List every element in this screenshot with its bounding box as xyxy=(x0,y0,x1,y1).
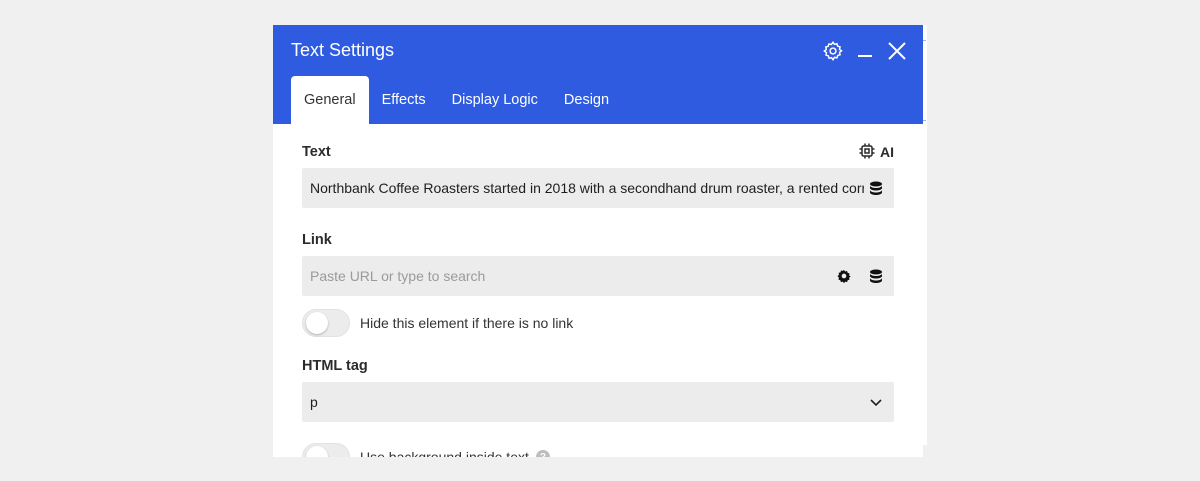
bg-inside-text-toggle[interactable] xyxy=(302,443,350,457)
bg-inside-text-label: Use background inside text xyxy=(360,449,529,457)
hide-no-link-toggle[interactable] xyxy=(302,309,350,337)
chevron-down-icon[interactable] xyxy=(868,394,884,410)
minimize-icon[interactable] xyxy=(853,39,877,63)
link-input-placeholder[interactable]: Paste URL or type to search xyxy=(310,268,870,284)
html-tag-value[interactable]: p xyxy=(310,394,870,410)
tab-bar: General Effects Display Logic Design xyxy=(291,76,622,124)
database-icon[interactable] xyxy=(868,180,884,196)
link-field-label: Link xyxy=(302,232,332,248)
gear-icon[interactable] xyxy=(836,268,852,284)
ai-label: AI xyxy=(880,144,894,160)
text-input[interactable]: Northbank Coffee Roasters started in 201… xyxy=(302,168,894,208)
link-input[interactable]: Paste URL or type to search xyxy=(302,256,894,296)
close-icon[interactable] xyxy=(885,39,909,63)
text-input-value[interactable]: Northbank Coffee Roasters started in 201… xyxy=(310,180,870,196)
html-tag-select[interactable]: p xyxy=(302,382,894,422)
ai-button[interactable]: AI xyxy=(858,142,894,163)
tab-display-logic[interactable]: Display Logic xyxy=(439,76,551,124)
text-settings-dialog: Text Settings General Effects Display Lo… xyxy=(273,25,923,457)
database-icon[interactable] xyxy=(868,268,884,284)
hide-no-link-label: Hide this element if there is no link xyxy=(360,315,574,331)
text-field-label: Text xyxy=(302,144,331,160)
dialog-header: Text Settings General Effects Display Lo… xyxy=(273,25,923,124)
dialog-title: Text Settings xyxy=(291,40,395,60)
chip-icon xyxy=(858,142,876,163)
tab-general[interactable]: General xyxy=(291,76,369,124)
tab-design[interactable]: Design xyxy=(551,76,622,124)
html-tag-label: HTML tag xyxy=(302,358,368,374)
tab-effects[interactable]: Effects xyxy=(369,76,439,124)
gear-icon[interactable] xyxy=(821,39,845,63)
help-icon[interactable]: ? xyxy=(535,450,550,457)
dialog-content: Text AI Northbank Coffee Roasters starte… xyxy=(273,124,923,457)
